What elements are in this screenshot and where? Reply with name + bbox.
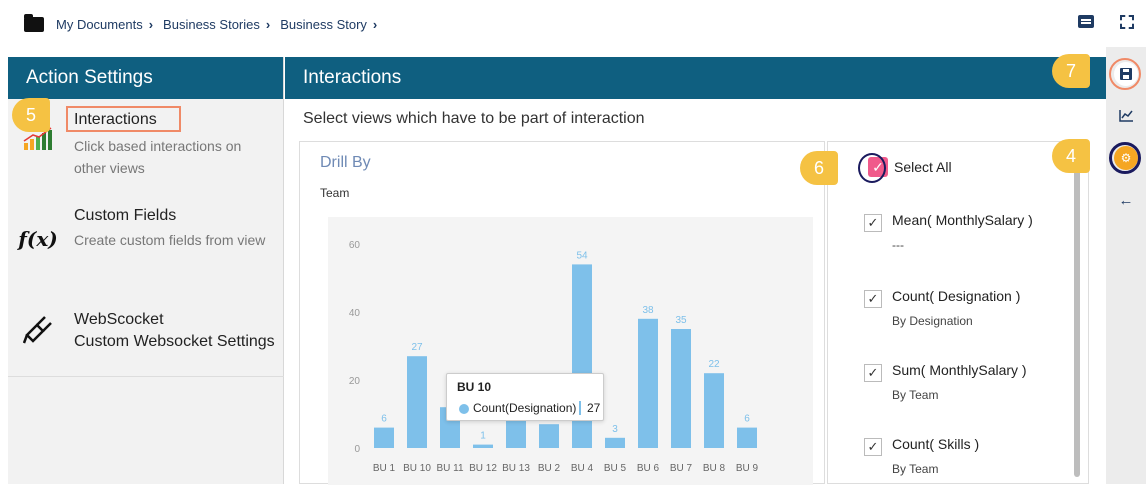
option-subtitle: By Designation (892, 314, 973, 328)
data-label: 6 (744, 414, 750, 425)
breadcrumb: My Documents › Business Stories › Busine… (24, 14, 387, 32)
interaction-list: ✓ Select All ✓ Mean( MonthlySalary ) ---… (827, 141, 1089, 484)
chart-icon[interactable] (1114, 104, 1138, 128)
breadcrumb-item-my-documents[interactable]: My Documents (56, 17, 143, 32)
y-tick-label: 0 (354, 444, 360, 455)
data-label: 3 (612, 424, 618, 435)
plot-area: 0 20 40 60 6 BU 1 27 BU 10 BU 11 1 BU 12 BU 13 BU 2 5… (328, 217, 813, 485)
action-item-custom-fields[interactable]: f(x) Custom Fields Create custom fields … (8, 191, 284, 295)
data-label: 54 (576, 250, 588, 261)
tooltip-title: BU 10 (457, 380, 492, 394)
websocket-title: WebScocket (74, 311, 164, 328)
back-arrow-icon[interactable]: ← (1114, 188, 1138, 212)
option-title: Count( Designation ) (892, 288, 1021, 304)
data-label: 27 (411, 342, 423, 353)
right-toolbar: ⚙ ← (1106, 47, 1146, 484)
websocket-desc: Custom Websocket Settings (74, 333, 275, 350)
scrollbar[interactable] (1074, 147, 1080, 477)
interactions-desc: Click based interactions on other views (74, 138, 242, 176)
data-label: 6 (381, 414, 387, 425)
bar[interactable] (638, 318, 658, 448)
step-callout-5: 5 (12, 98, 50, 132)
x-tick-label: BU 6 (637, 463, 660, 474)
check-icon[interactable]: ✓ (864, 364, 882, 382)
interactions-title: Interactions (74, 111, 157, 128)
bar[interactable] (539, 424, 559, 448)
data-label: 22 (708, 359, 720, 370)
save-highlight-ring (1109, 58, 1141, 90)
option-title: Mean( MonthlySalary ) (892, 212, 1033, 228)
function-icon: f(x) (18, 227, 58, 251)
chart-card[interactable]: Drill By Team 0 20 40 60 6 BU 1 27 BU 10 BU 11 1 B… (299, 141, 825, 485)
interactions-panel: Interactions Select views which have to … (285, 57, 1106, 485)
tooltip-label: Count(Designation) (473, 401, 577, 415)
step-callout-6: 6 (800, 151, 838, 185)
chevron-right-icon: › (265, 17, 271, 32)
select-all-label: Select All (894, 159, 952, 175)
interactions-panel-title: Interactions (285, 57, 1106, 99)
custom-fields-desc: Create custom fields from view (74, 232, 266, 248)
x-tick-label: BU 4 (571, 463, 594, 474)
x-tick-label: BU 5 (604, 463, 627, 474)
bar[interactable] (407, 356, 427, 448)
chevron-right-icon: › (372, 17, 378, 32)
top-bar: My Documents › Business Stories › Busine… (0, 0, 1146, 56)
select-all-highlight-ring (858, 153, 886, 183)
bar-chart[interactable]: 0 20 40 60 6 BU 1 27 BU 10 BU 11 1 BU 12 BU 13 BU 2 5… (328, 217, 813, 485)
bar[interactable] (473, 444, 493, 448)
option-subtitle: By Team (892, 388, 939, 402)
tooltip-value: 27 (579, 401, 600, 415)
chart-tooltip: BU 10 Count(Designation) 27 (446, 373, 604, 421)
option-title: Count( Skills ) (892, 436, 980, 452)
x-tick-label: BU 1 (373, 463, 396, 474)
websocket-icon (18, 309, 58, 349)
action-settings-title: Action Settings (8, 57, 283, 99)
data-label: 1 (480, 431, 486, 442)
option-subtitle: By Team (892, 462, 939, 476)
data-label: 38 (642, 305, 654, 316)
check-icon[interactable]: ✓ (864, 214, 882, 232)
breadcrumb-item-business-stories[interactable]: Business Stories (163, 17, 260, 32)
bar[interactable] (605, 437, 625, 448)
x-tick-label: BU 8 (703, 463, 726, 474)
y-tick-label: 40 (349, 308, 361, 319)
bar[interactable] (704, 373, 724, 448)
chevron-right-icon: › (148, 17, 154, 32)
step-callout-4: 4 (1052, 139, 1090, 173)
chart-subtitle: Team (320, 186, 350, 200)
series-dot-icon (459, 404, 469, 414)
check-icon[interactable]: ✓ (864, 290, 882, 308)
custom-fields-title: Custom Fields (74, 207, 177, 224)
y-tick-label: 60 (349, 240, 361, 251)
x-tick-label: BU 7 (670, 463, 693, 474)
interactions-subtitle: Select views which have to be part of in… (303, 110, 645, 127)
data-label: 35 (675, 315, 687, 326)
comment-icon[interactable] (1078, 15, 1094, 28)
chart-title: Drill By (320, 154, 371, 171)
option-title: Sum( MonthlySalary ) (892, 362, 1027, 378)
action-item-websocket[interactable]: WebScocket Custom Websocket Settings (8, 295, 284, 377)
top-icons (1078, 15, 1134, 29)
folder-icon (24, 14, 44, 32)
breadcrumb-item-business-story[interactable]: Business Story (280, 17, 367, 32)
y-tick-label: 20 (349, 376, 361, 387)
x-tick-label: BU 10 (403, 463, 431, 474)
bar[interactable] (374, 427, 394, 448)
bar[interactable] (671, 329, 691, 448)
option-subtitle: --- (892, 238, 904, 252)
x-tick-label: BU 12 (469, 463, 497, 474)
step-callout-7: 7 (1052, 54, 1090, 88)
x-tick-label: BU 11 (436, 463, 463, 474)
check-icon[interactable]: ✓ (864, 438, 882, 456)
x-tick-label: BU 9 (736, 463, 759, 474)
bar[interactable] (737, 427, 757, 448)
x-tick-label: BU 2 (538, 463, 561, 474)
fullscreen-icon[interactable] (1120, 15, 1134, 29)
settings-highlight-ring (1109, 142, 1141, 174)
x-tick-label: BU 13 (502, 463, 530, 474)
